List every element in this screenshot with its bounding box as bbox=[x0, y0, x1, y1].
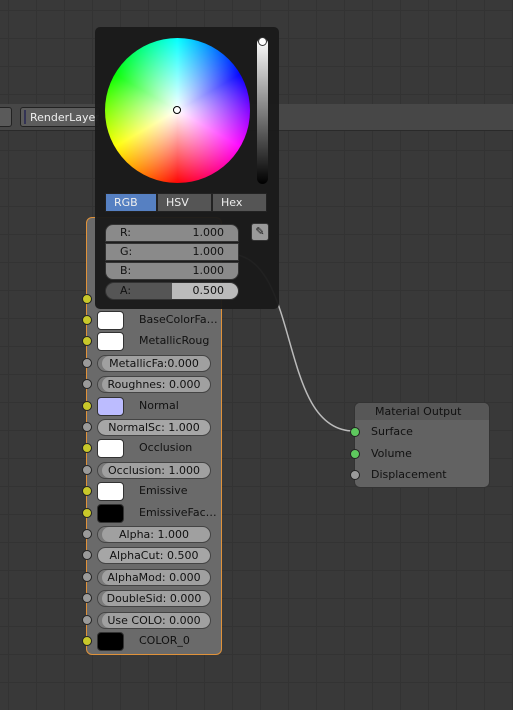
node-input-row[interactable]: Emissive bbox=[82, 481, 223, 502]
input-socket[interactable] bbox=[350, 448, 360, 459]
color-field-value: 1.000 bbox=[192, 245, 225, 258]
color-swatch[interactable] bbox=[97, 332, 124, 352]
input-socket[interactable] bbox=[82, 357, 92, 368]
input-socket[interactable] bbox=[82, 443, 92, 454]
color-field-value: 1.000 bbox=[192, 264, 225, 277]
output-input-row[interactable]: Surface bbox=[350, 422, 491, 442]
value-field[interactable]: Occlusion: 1.000 bbox=[97, 461, 211, 479]
node-input-row[interactable]: Alpha: 1.000 bbox=[82, 524, 223, 544]
color-field-a[interactable]: A: 0.500 bbox=[105, 282, 239, 300]
tab-rgb[interactable]: RGB bbox=[105, 193, 157, 212]
input-label: Normal bbox=[139, 398, 179, 412]
input-label: BaseColorFa… bbox=[139, 313, 218, 326]
input-socket[interactable] bbox=[82, 529, 92, 539]
color-swatch[interactable] bbox=[97, 396, 124, 416]
node-input-row[interactable]: Occlusion: 1.000 bbox=[82, 460, 223, 480]
node-input-row[interactable]: Occlusion bbox=[82, 438, 223, 459]
input-label: EmissiveFac… bbox=[139, 505, 217, 519]
material-output-node[interactable]: Material Output Surface Volume Displacemen… bbox=[350, 402, 491, 488]
color-field-label: R: bbox=[120, 226, 132, 239]
value-field[interactable]: Alpha: 1.000 bbox=[97, 526, 211, 543]
value-field[interactable]: NormalSc: 1.000 bbox=[97, 419, 211, 436]
node-input-row[interactable]: MetallicFa:0.000 bbox=[82, 353, 223, 373]
input-label: Occlusion bbox=[139, 441, 193, 455]
color-field-label: A: bbox=[120, 284, 132, 297]
material-output-title: Material Output bbox=[355, 403, 489, 420]
color-swatch[interactable] bbox=[97, 503, 124, 523]
color-swatch[interactable] bbox=[97, 439, 124, 459]
input-socket[interactable] bbox=[82, 400, 92, 411]
tab-hsv[interactable]: HSV bbox=[157, 193, 212, 212]
color-field-label: G: bbox=[120, 245, 133, 258]
tab-hex[interactable]: Hex bbox=[212, 193, 267, 212]
color-swatch[interactable] bbox=[97, 482, 124, 502]
input-socket[interactable] bbox=[82, 593, 92, 604]
node-input-row[interactable]: AlphaCut: 0.500 bbox=[82, 545, 223, 565]
input-label: Displacement bbox=[371, 468, 447, 481]
value-slider-handle[interactable] bbox=[258, 37, 267, 46]
input-socket[interactable] bbox=[82, 336, 92, 347]
input-socket[interactable] bbox=[82, 507, 92, 518]
socket-base-color[interactable] bbox=[82, 294, 92, 304]
value-field[interactable]: AlphaCut: 0.500 bbox=[97, 547, 211, 565]
color-field-label: B: bbox=[120, 264, 132, 277]
color-swatch[interactable] bbox=[97, 632, 124, 651]
node-input-row[interactable]: DoubleSid: 0.000 bbox=[82, 588, 223, 608]
color-field-value: 1.000 bbox=[192, 226, 225, 239]
value-slider[interactable] bbox=[257, 38, 268, 184]
input-socket[interactable] bbox=[82, 614, 92, 625]
input-socket[interactable] bbox=[82, 464, 92, 475]
node-input-row[interactable]: COLOR_0 bbox=[82, 631, 223, 651]
color-field-value: 0.500 bbox=[192, 284, 225, 297]
output-input-row[interactable]: Displacement bbox=[350, 465, 491, 485]
input-socket[interactable] bbox=[350, 470, 360, 480]
input-socket[interactable] bbox=[82, 486, 92, 497]
value-field[interactable]: MetallicFa:0.000 bbox=[97, 354, 211, 372]
node-input-row[interactable]: EmissiveFac… bbox=[82, 503, 223, 523]
eyedropper-icon[interactable]: ✎ bbox=[251, 223, 269, 241]
value-field[interactable]: Roughnes: 0.000 bbox=[97, 376, 211, 394]
input-socket[interactable] bbox=[82, 571, 92, 582]
input-label: MetallicRoug bbox=[139, 334, 210, 348]
node-input-row[interactable]: Roughnes: 0.000 bbox=[82, 374, 223, 394]
input-label: Surface bbox=[371, 425, 413, 438]
node-input-row[interactable]: AlphaMod: 0.000 bbox=[82, 567, 223, 587]
input-label: Volume bbox=[371, 446, 412, 460]
node-input-row[interactable]: Normal bbox=[82, 396, 223, 416]
color-field-b[interactable]: B: 1.000 bbox=[105, 262, 239, 280]
input-socket[interactable] bbox=[82, 550, 92, 561]
input-socket[interactable] bbox=[350, 427, 360, 437]
value-field[interactable]: AlphaMod: 0.000 bbox=[97, 568, 211, 586]
input-label: Emissive bbox=[139, 484, 188, 498]
input-socket[interactable] bbox=[82, 315, 92, 325]
color-swatch[interactable] bbox=[97, 311, 124, 330]
value-field[interactable]: DoubleSid: 0.000 bbox=[97, 590, 211, 608]
color-field-r[interactable]: R: 1.000 bbox=[105, 224, 239, 242]
input-socket[interactable] bbox=[82, 379, 92, 390]
value-field[interactable]: Use COLO: 0.000 bbox=[97, 611, 211, 629]
color-wheel-cursor[interactable] bbox=[173, 106, 181, 114]
node-input-row[interactable]: MetallicRoug bbox=[82, 331, 223, 352]
node-input-row[interactable]: BaseColorFa… bbox=[82, 310, 223, 330]
input-socket[interactable] bbox=[82, 636, 92, 646]
node-input-row[interactable]: Use COLO: 0.000 bbox=[82, 610, 223, 630]
input-label: COLOR_0 bbox=[139, 634, 190, 647]
node-input-row[interactable]: NormalSc: 1.000 bbox=[82, 417, 223, 437]
input-socket[interactable] bbox=[82, 422, 92, 432]
color-field-g[interactable]: G: 1.000 bbox=[105, 243, 239, 261]
output-input-row[interactable]: Volume bbox=[350, 444, 491, 464]
